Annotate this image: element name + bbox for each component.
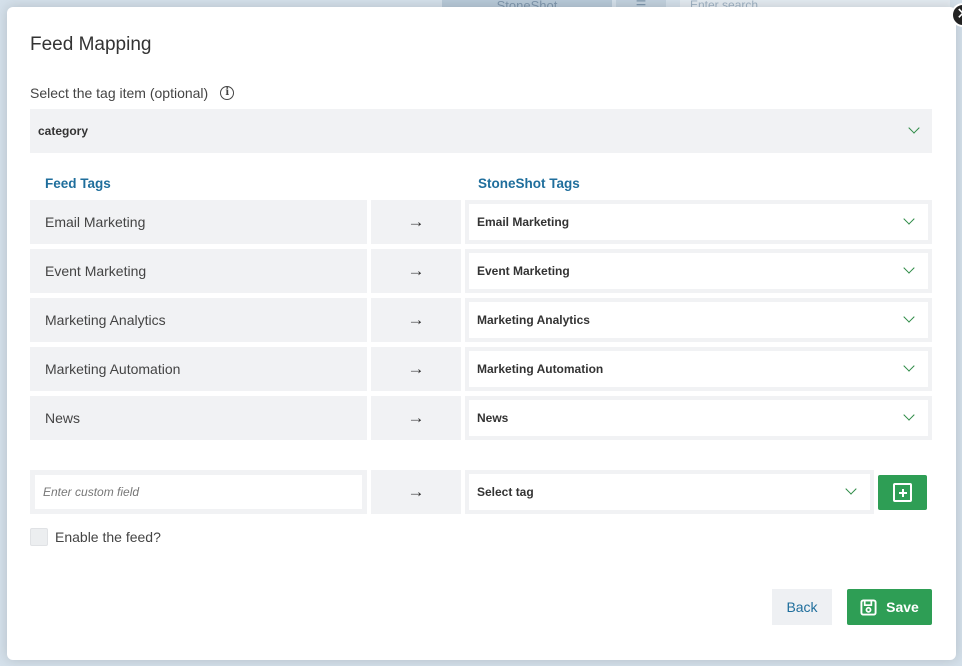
- feed-mapping-modal: ✕ Feed Mapping Select the tag item (opti…: [7, 3, 962, 660]
- stoneshot-tags-heading: StoneShot Tags: [478, 176, 580, 191]
- arrow-right-icon: →: [371, 298, 461, 342]
- feed-tag: Marketing Analytics: [30, 298, 367, 342]
- stoneshot-tag-value: Marketing Analytics: [477, 313, 590, 327]
- mapping-row: Email Marketing → Email Marketing: [30, 200, 932, 244]
- select-tag-dropdown[interactable]: Select tag: [465, 470, 874, 514]
- modal-title: Feed Mapping: [30, 34, 152, 55]
- chevron-down-icon: [903, 409, 915, 421]
- tag-item-select[interactable]: category: [30, 109, 932, 153]
- stoneshot-tag-value: Email Marketing: [477, 215, 570, 229]
- chevron-down-icon: [903, 311, 915, 323]
- arrow-right-icon: →: [371, 470, 461, 514]
- stoneshot-tag-select[interactable]: Event Marketing: [465, 249, 932, 293]
- save-button[interactable]: Save: [847, 589, 932, 625]
- tag-item-label-row: Select the tag item (optional) i: [30, 85, 235, 101]
- feed-tag: News: [30, 396, 367, 440]
- plus-square-icon: [893, 483, 912, 502]
- feed-tag: Marketing Automation: [30, 347, 367, 391]
- tag-item-value: category: [38, 124, 89, 138]
- stoneshot-tag-value: Marketing Automation: [477, 362, 604, 376]
- tag-item-label: Select the tag item (optional): [30, 85, 209, 101]
- arrow-right-icon: →: [371, 200, 461, 244]
- feed-tags-heading: Feed Tags: [45, 176, 111, 191]
- mapping-row: Marketing Analytics → Marketing Analytic…: [30, 298, 932, 342]
- enable-feed-checkbox[interactable]: [30, 528, 48, 546]
- chevron-down-icon: [903, 262, 915, 274]
- stoneshot-tag-value-box[interactable]: Marketing Automation: [469, 351, 928, 387]
- stoneshot-tag-value-box[interactable]: Email Marketing: [469, 204, 928, 240]
- chevron-down-icon: [903, 360, 915, 372]
- select-tag-box[interactable]: Select tag: [469, 474, 870, 510]
- mapping-row: News → News: [30, 396, 932, 440]
- save-label: Save: [886, 599, 919, 615]
- feed-tag: Event Marketing: [30, 249, 367, 293]
- stoneshot-tag-select[interactable]: Marketing Automation: [465, 347, 932, 391]
- stoneshot-tag-select[interactable]: News: [465, 396, 932, 440]
- stoneshot-tag-value-box[interactable]: Event Marketing: [469, 253, 928, 289]
- enable-feed-row: Enable the feed?: [30, 528, 161, 546]
- chevron-down-icon: [845, 483, 857, 495]
- stoneshot-tag-value: News: [477, 411, 509, 425]
- feed-tag: Email Marketing: [30, 200, 367, 244]
- arrow-right-icon: →: [371, 396, 461, 440]
- stoneshot-tag-value-box[interactable]: News: [469, 400, 928, 436]
- custom-field-input[interactable]: [35, 475, 362, 509]
- stoneshot-tag-value: Event Marketing: [477, 264, 570, 278]
- stoneshot-tag-value-box[interactable]: Marketing Analytics: [469, 302, 928, 338]
- back-button[interactable]: Back: [772, 589, 832, 625]
- mapping-row: Event Marketing → Event Marketing: [30, 249, 932, 293]
- stoneshot-tag-select[interactable]: Marketing Analytics: [465, 298, 932, 342]
- chevron-down-icon: [908, 122, 920, 134]
- select-tag-placeholder: Select tag: [477, 485, 534, 499]
- enable-feed-label: Enable the feed?: [55, 529, 161, 545]
- arrow-right-icon: →: [371, 347, 461, 391]
- add-mapping-button[interactable]: [878, 475, 927, 510]
- custom-field-wrapper: [30, 470, 367, 514]
- stoneshot-tag-select[interactable]: Email Marketing: [465, 200, 932, 244]
- chevron-down-icon: [903, 213, 915, 225]
- info-icon[interactable]: i: [220, 86, 235, 100]
- close-icon[interactable]: ✕: [951, 3, 962, 27]
- arrow-right-icon: →: [371, 249, 461, 293]
- mapping-row: Marketing Automation → Marketing Automat…: [30, 347, 932, 391]
- custom-mapping-row: → Select tag: [30, 470, 932, 514]
- floppy-disk-icon: [860, 598, 877, 616]
